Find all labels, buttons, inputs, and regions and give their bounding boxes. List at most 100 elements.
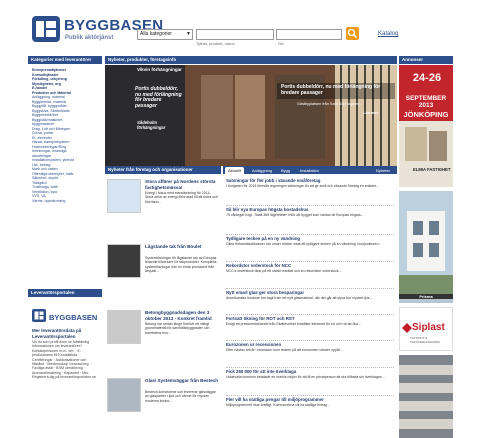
news-list: Aktuellt Anläggning Bygg Installation Nyhete… [223,166,397,438]
news-text: Olika förhandsindikatorer har under höst… [226,242,382,246]
category-select[interactable]: Alla kategorier ▼ [137,29,193,40]
byggbasen-logo-icon [32,16,60,42]
news-tab[interactable]: Anläggning [249,167,275,174]
siplast-logo-icon [402,323,412,333]
logo-tagline: Publik aktörjänst [65,35,114,41]
news-item[interactable]: Nytt smart glas ger stora besparingar Ame… [226,290,394,300]
catalog-link[interactable]: Katalog [378,31,398,37]
news-divider [226,288,394,289]
elmia-ad[interactable]: 24-26 SEPTEMBER 2013 JÖNKÖPING ELMIA FAS… [399,65,453,187]
feature-list: Nyheter från företag och organisationer … [105,166,221,438]
hero-read-more[interactable]: Läs mer [363,110,378,115]
siplast-ad-brand: Siplast [412,322,445,333]
ads-column: Annonser 24-26 SEPTEMBER 2013 JÖNKÖPING … [399,56,453,438]
supplier-portal-box: Leverantörsportalen BYGGBASEN Mer levera… [28,289,102,438]
news-item[interactable]: Eurozonen ur recessionen Efter nästan två… [226,342,394,352]
location-input[interactable] [276,29,342,40]
location-hint: Ort [278,41,284,46]
search-input[interactable] [196,29,274,40]
news-item[interactable]: Fick 250 000 för att inte överklaga Uddev… [226,369,394,379]
news-divider [226,340,394,341]
building-ad[interactable] [399,355,453,438]
hero-subtext: Gästbyplatsen från Safe Side lagerer... [297,102,363,106]
feature-text: Bestech konstruerar och levererar glasvä… [145,390,216,403]
search-button[interactable] [346,27,359,40]
news-text: Enligt ett pressmeddelande från Skatteve… [226,322,362,326]
supplier-portal-text: Vill du som profil även se fullständig i… [32,340,96,380]
categories-header: Kategorier med leverantörer [28,56,102,64]
hero-text-1: Vikvin förhängningar [137,67,182,72]
supplier-portal-header: Leverantörsportalen [28,289,102,297]
supplier-portal-logo-name: BYGGBASEN [49,313,98,322]
category-item[interactable]: Värme, uppvärmning [32,199,98,204]
page: BYGGBASEN Publik aktörjänst Alla kategor… [0,0,479,438]
news-divider [226,234,394,235]
news-divider [226,395,394,396]
news-item[interactable]: Fler vill ha statliga pengar till miljöp… [226,397,394,407]
news-text: 75 våningar högt. Totalt 365 lägenheter.… [226,213,364,217]
news-item[interactable]: Rekordstor orderstock för NCC NCC:s order… [226,263,394,273]
feature-header: Nyheter från företag och organisationer [105,166,221,174]
feature-title[interactable]: Glasi Systemväggar från Bestech [145,378,219,384]
feature-title[interactable]: Stora affärer på Nordens största fastigh… [145,179,219,190]
news-title[interactable]: Fortsatt ökning för ROT och RST [226,316,394,321]
feature-text: Energi i fokus med elanvändning för 2014… [145,191,218,204]
left-sidebar: Kategorier med leverantörer Entreprenadt… [28,56,102,438]
elmia-ad-month: SEPTEMBER 2013 [405,95,447,109]
hero-headline: Portis dubbeldörr, nu med förlängning fö… [281,84,381,96]
news-tab[interactable]: Aktuellt [225,167,245,174]
news-item[interactable]: Satsningar för fler jobb i växande småfö… [226,178,394,188]
siplast-ad-sub: TÄTSKIKT & TAKÖVERLÄGGNING [410,336,440,344]
news-title[interactable]: Tydligare tecken på en ny vändning [226,236,394,241]
site-logo[interactable]: BYGGBASEN Publik aktörjänst [32,14,163,50]
news-divider [226,314,394,315]
news-tab[interactable]: Bygg [278,167,293,174]
hero-banner[interactable]: Vikvin förhängningar Portis dubbeldörr, … [105,65,397,166]
news-title[interactable]: Eurozonen ur recessionen [226,342,394,347]
hero-image [105,65,397,166]
prisma-ad-caption: Prisma [399,294,453,299]
news-divider [226,367,394,368]
supplier-portal-logo[interactable]: BYGGBASEN [32,306,97,326]
news-products-header: Nyheter, produkter, företagsinfo [105,56,397,64]
news-tab[interactable]: Nyheter [373,167,393,174]
feature-thumbnail[interactable] [107,310,141,344]
search-icon [347,28,358,39]
chevron-down-icon: ▼ [186,31,191,37]
feature-thumbnail[interactable] [107,179,141,213]
building-ad-image [399,355,453,438]
feature-text: Betong har sedan länge förblivit ett vik… [145,322,210,335]
news-title[interactable]: Rekordstor orderstock för NCC [226,263,394,268]
news-item[interactable]: Fortsatt ökning för ROT och RST Enligt et… [226,316,394,326]
news-item[interactable]: Så blir nya Europas högsta bostadshus 75 … [226,207,394,217]
feature-thumbnail[interactable] [107,378,141,412]
news-text: Efter nästan två år i recession kom teck… [226,348,343,352]
ads-header: Annonser [399,56,453,64]
news-title[interactable]: Satsningar för fler jobb i växande småfö… [226,178,394,183]
news-title[interactable]: Så blir nya Europas högsta bostadshus [226,207,394,212]
news-text: Uddevalla kommun betalade en markis milj… [226,375,385,379]
header: BYGGBASEN Publik aktörjänst Alla kategor… [0,0,479,52]
supplier-portal-title: Mer leverantörsdata på Leverantörsportal… [32,328,82,339]
hero-text-3: Sådeholm förhängningar [137,120,166,130]
prisma-ad[interactable]: Prisma [399,191,453,303]
category-list: Entreprenadtjänster Konsulttjänster Förädl… [28,65,102,206]
news-text: NCC:s orderstock ökar på ett starkt resu… [226,269,342,273]
news-title[interactable]: Nytt smart glas ger stora besparingar [226,290,394,295]
category-select-value: Alla kategorier [140,31,172,37]
hero-text-2: Portis dubbeldörr, nu med förlängning fö… [135,86,182,109]
feature-title[interactable]: Lågstande tak från Boulet [145,244,219,250]
feature-thumbnail[interactable] [107,244,141,278]
siplast-ad[interactable]: Siplast TÄTSKIKT & TAKÖVERLÄGGNING [399,307,453,351]
search-hint: Tjänst, produkt, namn [196,41,235,46]
news-title[interactable]: Fick 250 000 för att inte överklaga [226,369,394,374]
news-title[interactable]: Fler vill ha statliga pengar till miljöp… [226,397,394,402]
elmia-ad-city: JÖNKÖPING [403,110,449,119]
news-text: Amerikanska forskare har tagit fram ett … [226,296,373,300]
news-divider [226,261,394,262]
news-divider [226,205,394,206]
news-tab[interactable]: Installation [297,167,322,174]
feature-title[interactable]: Betongbyggnadsdagen den 3 oktober 2013 -… [145,310,219,321]
elmia-ad-date: 24-26 [412,72,442,84]
news-item[interactable]: Tydligare tecken på en ny vändning Olika … [226,236,394,246]
